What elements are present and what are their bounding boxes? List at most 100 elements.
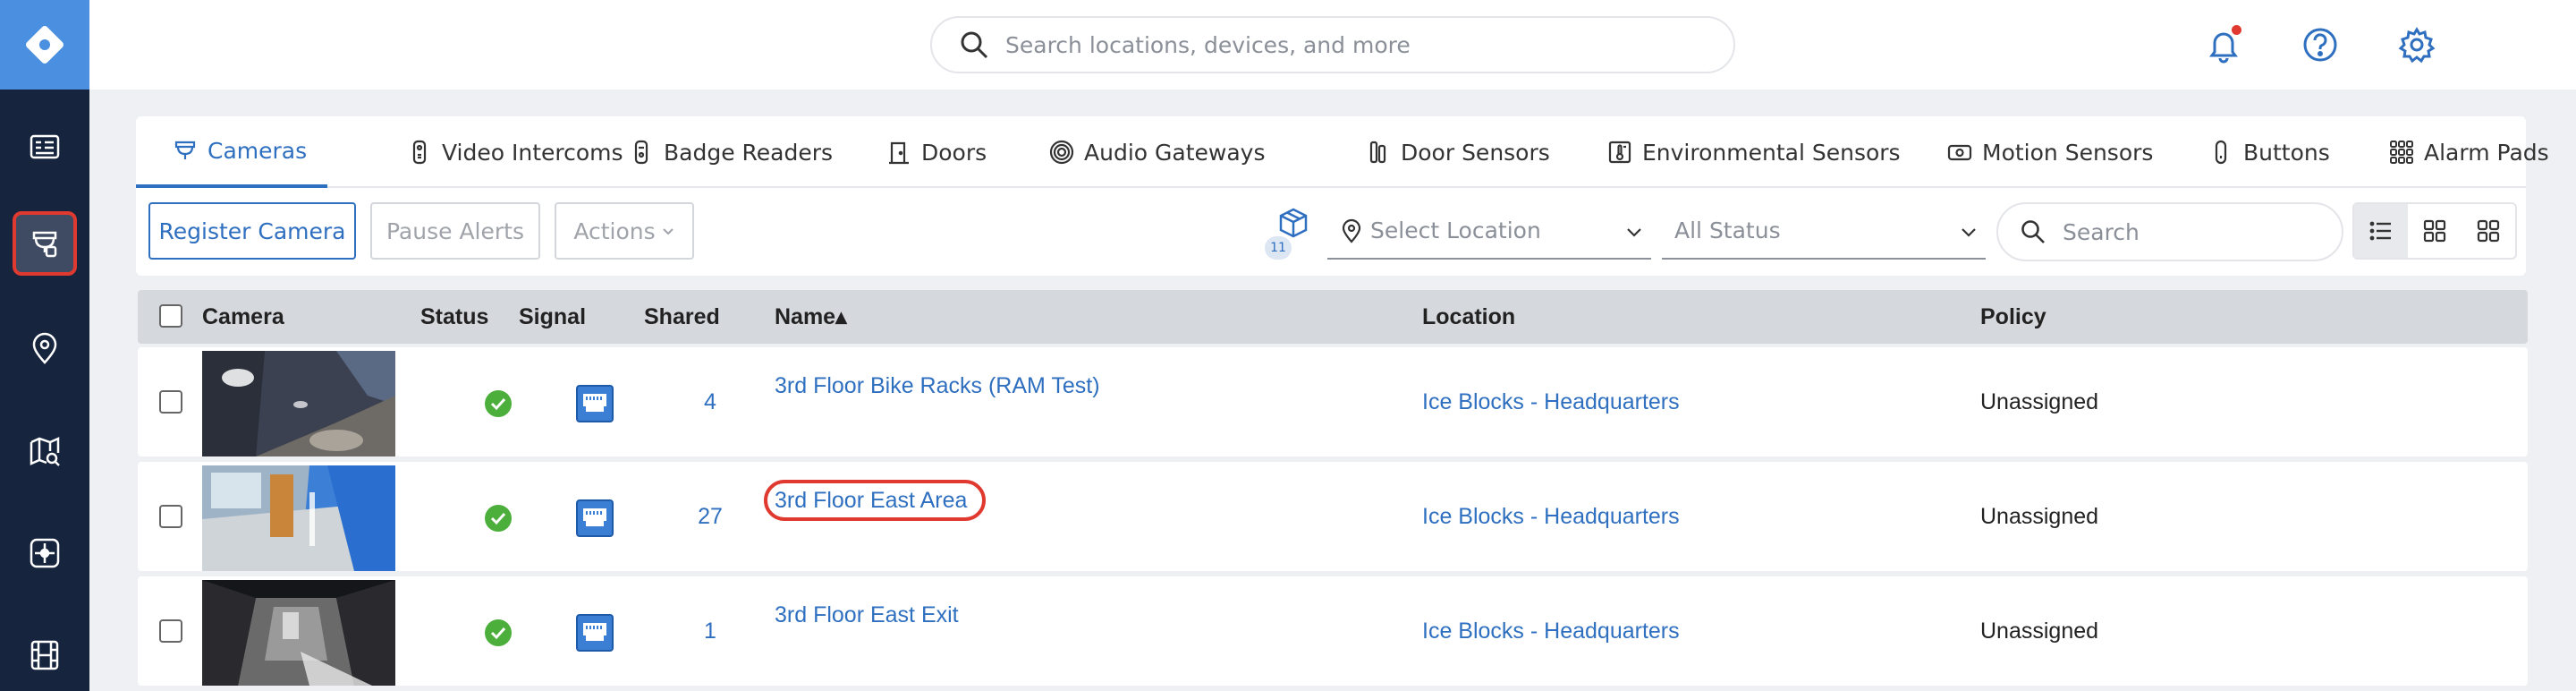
column-signal[interactable]: Signal [519,290,586,344]
camera-thumbnail[interactable] [202,580,395,686]
actions-label: Actions [573,218,656,244]
ethernet-icon [576,614,614,652]
location-select[interactable]: Select Location [1327,202,1651,260]
status-select[interactable]: All Status [1662,202,1986,260]
keypad-icon [2390,141,2413,164]
column-policy[interactable]: Policy [1980,290,2046,344]
table-row[interactable]: 4 3rd Floor Bike Racks (RAM Test) Ice Bl… [138,347,2528,456]
tab-label: Environmental Sensors [1642,139,1901,166]
table-header: Camera Status Signal Shared Name▴ Locati… [138,290,2528,344]
select-all-checkbox[interactable] [159,304,182,328]
tab-door-sensors[interactable]: Door Sensors [1365,116,1550,188]
shared-count[interactable]: 1 [674,576,746,686]
tab-label: Motion Sensors [1982,139,2154,166]
status-ok-icon [485,390,512,417]
tab-buttons[interactable]: Buttons [2207,116,2330,188]
large-grid-icon [2477,219,2500,243]
location-link[interactable]: Ice Blocks - Headquarters [1422,347,1680,456]
tab-alarm-pads[interactable]: Alarm Pads [2388,116,2549,188]
status-ok-icon [485,619,512,646]
notifications-button[interactable] [2204,25,2243,64]
help-button[interactable] [2301,25,2340,64]
sidebar-item-cameras[interactable] [13,211,77,276]
tab-label: Doors [921,139,987,166]
sidebar-item-locations[interactable] [13,317,77,381]
logo[interactable] [0,0,89,90]
camera-thumbnail[interactable] [202,351,395,456]
search-icon [2021,220,2045,243]
tab-cameras[interactable]: Cameras [136,116,327,188]
settings-button[interactable] [2397,25,2436,64]
camera-thumbnail[interactable] [202,465,395,571]
shared-count[interactable]: 27 [674,462,746,571]
location-link[interactable]: Ice Blocks - Headquarters [1422,462,1680,571]
row-checkbox[interactable] [159,390,182,414]
shared-count[interactable]: 4 [674,347,746,456]
location-link[interactable]: Ice Blocks - Headquarters [1422,576,1680,686]
register-camera-button[interactable]: Register Camera [148,202,356,260]
device-count-badge: 11 [1265,236,1292,260]
pause-alerts-button[interactable]: Pause Alerts [370,202,540,260]
list-view-button[interactable] [2354,204,2408,258]
camera-icon [174,141,196,159]
tab-audio-gateways[interactable]: Audio Gateways [1048,116,1265,188]
table-search[interactable] [1996,202,2343,261]
global-search[interactable] [930,16,1735,73]
tab-label: Alarm Pads [2424,139,2549,166]
policy-value: Unassigned [1980,388,2099,414]
table-search-input[interactable] [2063,218,2331,245]
sidebar-item-map[interactable] [13,419,77,483]
large-grid-view-button[interactable] [2462,204,2515,258]
column-shared[interactable]: Shared [644,290,720,344]
table-row[interactable]: 27 3rd Floor East Area Ice Blocks - Head… [138,462,2528,571]
device-count-button[interactable]: 11 [1265,202,1318,260]
map-search-icon [30,437,60,466]
motion-sensor-icon [1947,144,1972,161]
camera-name-link[interactable]: 3rd Floor East Exit [775,560,959,670]
row-checkbox[interactable] [159,619,182,643]
chevron-down-icon [1962,228,1976,237]
top-bar: EN [89,0,2576,90]
global-search-input[interactable] [1005,31,1685,58]
table-row[interactable]: 1 3rd Floor East Exit Ice Blocks - Headq… [138,576,2528,686]
actions-dropdown[interactable]: Actions [555,202,694,260]
sidebar-item-compass[interactable] [13,521,77,585]
main-content: Cameras Video Intercoms Badge Readers Do… [89,90,2576,691]
location-select-value: Select Location [1370,217,1541,243]
camera-name-link[interactable]: 3rd Floor East Area [775,446,967,555]
button-device-icon [2215,140,2227,165]
tab-motion-sensors[interactable]: Motion Sensors [1946,116,2153,188]
policy-value: Unassigned [1980,503,2099,529]
intercom-icon [412,140,427,165]
dashboard-icon [30,134,60,159]
grid-icon [2423,219,2446,243]
search-icon [961,31,988,59]
door-icon [889,141,909,165]
tab-label: Door Sensors [1401,139,1550,166]
tab-badge-readers[interactable]: Badge Readers [628,116,833,188]
location-pin-icon [32,332,57,364]
location-pin-icon [1342,218,1361,243]
tab-environmental-sensors[interactable]: Environmental Sensors [1606,116,1901,188]
sidebar-item-video[interactable] [13,623,77,687]
ethernet-icon [576,499,614,537]
device-panel: Cameras Video Intercoms Badge Readers Do… [136,116,2549,276]
sidebar-item-dashboard[interactable] [13,115,77,179]
tab-label: Cameras [208,137,308,164]
row-checkbox[interactable] [159,505,182,528]
camera-name-link[interactable]: 3rd Floor Bike Racks (RAM Test) [775,331,1100,440]
column-camera[interactable]: Camera [202,290,284,344]
badge-reader-icon [634,140,648,165]
chevron-down-icon [662,228,674,235]
tab-label: Buttons [2243,139,2330,166]
column-status[interactable]: Status [420,290,488,344]
policy-value: Unassigned [1980,618,2099,644]
column-location[interactable]: Location [1422,290,1515,344]
tab-video-intercoms[interactable]: Video Intercoms [406,116,623,188]
status-select-value: All Status [1674,217,1781,243]
grid-view-button[interactable] [2408,204,2462,258]
chevron-down-icon [1627,228,1641,237]
tab-doors[interactable]: Doors [886,116,987,188]
ethernet-icon [576,385,614,422]
list-icon [2369,221,2391,241]
